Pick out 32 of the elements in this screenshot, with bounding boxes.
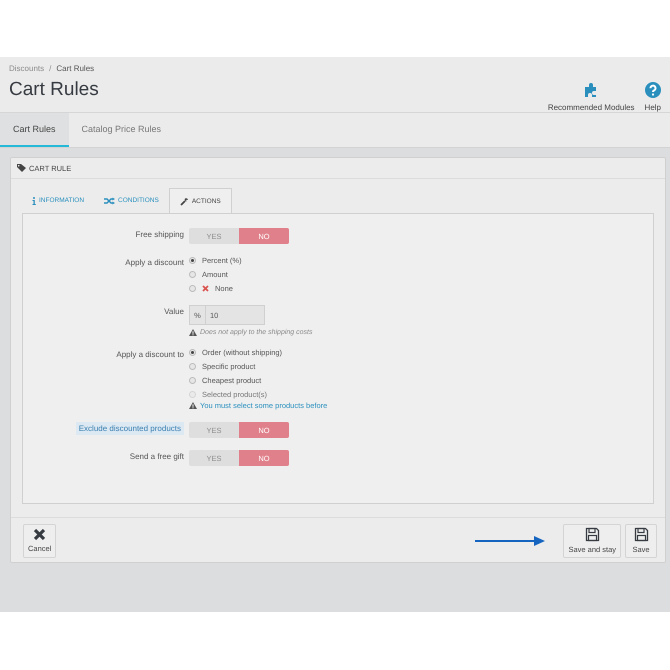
page-tab[interactable]: Catalog Price Rules [68, 113, 174, 147]
toolbar-button[interactable]: Recommended Modules [548, 82, 635, 112]
radio-button[interactable] [189, 285, 196, 292]
breadcrumb-link[interactable]: Cart Rules [56, 64, 94, 73]
warning-icon [189, 402, 197, 409]
radio-button[interactable] [189, 271, 196, 278]
radio-button[interactable] [189, 257, 196, 264]
field-label: Apply a discount [125, 257, 184, 267]
radio-button[interactable] [189, 349, 196, 356]
field-label: Exclude discounted products [76, 422, 184, 435]
tag-icon [17, 164, 26, 172]
breadcrumb-link[interactable]: Discounts [9, 64, 44, 73]
field-label: Apply a discount to [116, 349, 184, 359]
cross-icon [202, 285, 209, 292]
field-label: Value [164, 306, 184, 316]
page-title: Cart Rules [9, 79, 99, 101]
save-icon [584, 527, 600, 542]
help-icon [644, 82, 661, 98]
field-label: Send a free gift [130, 451, 184, 461]
radio-button[interactable] [189, 363, 196, 370]
toolbar-button[interactable]: Help [644, 82, 661, 112]
wrench-icon [180, 196, 189, 206]
field-label: Free shipping [136, 229, 184, 239]
info-icon [32, 196, 36, 204]
warning-icon [189, 329, 197, 336]
annotation-arrow [475, 536, 546, 546]
close-icon [33, 528, 46, 541]
radio-button[interactable] [189, 377, 196, 384]
save-icon [634, 527, 648, 542]
breadcrumb-separator: / [49, 64, 52, 73]
page-tab[interactable]: Cart Rules [0, 113, 69, 147]
shuffle-icon [104, 196, 116, 204]
